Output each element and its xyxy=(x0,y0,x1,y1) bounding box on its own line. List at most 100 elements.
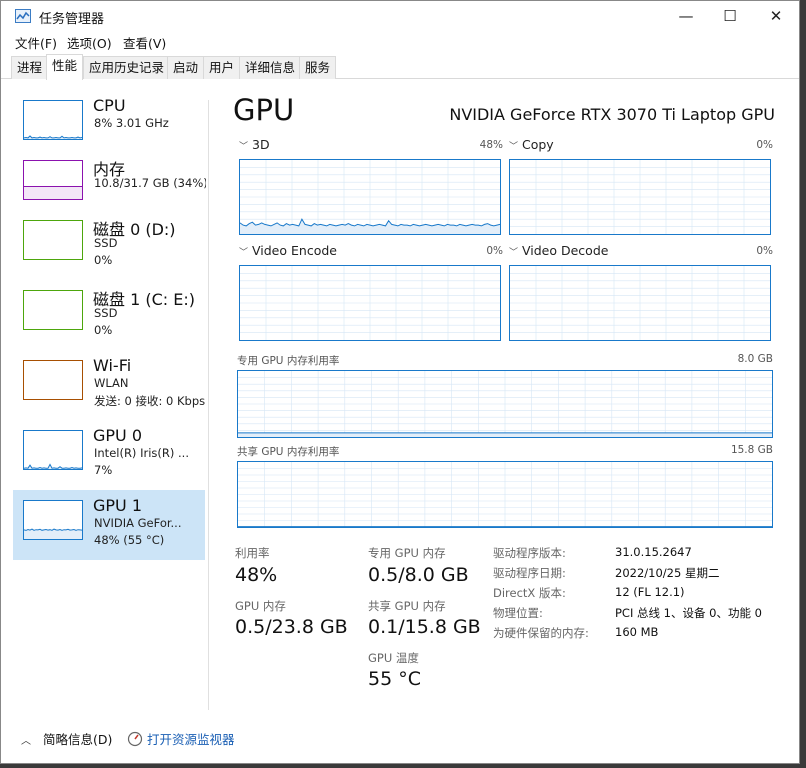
driver-date-value: 2022/10/25 星期二 xyxy=(615,566,720,580)
gpu-memory-value: 0.5/23.8 GB xyxy=(235,616,348,638)
sidebar-item-detail: SSD xyxy=(94,306,118,320)
sidebar-item-gpu1[interactable]: GPU 1 NVIDIA GeFor... 48% (55 °C) xyxy=(13,490,205,560)
shared-memory-label: 共享 GPU 内存 xyxy=(368,599,446,613)
info-label: 驱动程序版本: xyxy=(493,546,566,560)
sidebar-item-disk0[interactable]: 磁盘 0 (D:) SSD 0% xyxy=(13,210,205,280)
gpu-temperature-label: GPU 温度 xyxy=(368,651,419,665)
sidebar-item-detail: NVIDIA GeFor... xyxy=(94,516,182,530)
gpu-temperature-value: 55 °C xyxy=(368,668,421,690)
gpu-model-name: NVIDIA GeForce RTX 3070 Ti Laptop GPU xyxy=(449,105,775,124)
utilization-value: 48% xyxy=(235,564,278,586)
sidebar-item-usage: 48% (55 °C) xyxy=(94,533,165,547)
gpu1-thumb-series-area xyxy=(24,529,82,539)
performance-content: CPU 8% 3.01 GHz 内存 10.8/31.7 GB (34%) 磁盘… xyxy=(1,80,799,716)
open-resource-monitor-label: 打开资源监视器 xyxy=(146,732,235,747)
maximize-button[interactable]: ☐ xyxy=(707,1,753,31)
sidebar-item-title: Wi-Fi xyxy=(93,356,132,375)
engine-dropdown-video-decode[interactable]: ﹀ Video Decode xyxy=(509,243,608,258)
engine-label: Video Encode xyxy=(252,243,337,258)
fewer-details-label: 简略信息(D) xyxy=(42,732,113,747)
shared-memory-max: 15.8 GB xyxy=(730,444,773,456)
graph-dedicated-memory xyxy=(237,370,773,438)
chevron-down-icon: ﹀ xyxy=(509,248,519,258)
sidebar-item-detail: Intel(R) Iris(R) ... xyxy=(94,446,189,460)
graph-shared-memory xyxy=(237,461,773,528)
graph-video-decode xyxy=(509,265,771,341)
sidebar-item-usage: 0% xyxy=(94,253,113,267)
menu-bar: 文件(F) 选项(O) 查看(V) xyxy=(1,31,799,53)
reserved-memory-value: 160 MB xyxy=(615,625,659,639)
engine-label: Video Decode xyxy=(522,243,609,258)
open-resource-monitor-link[interactable]: 打开资源监视器 xyxy=(127,729,235,748)
memory-thumbnail-graph xyxy=(23,160,83,200)
engine-percent: 0% xyxy=(756,245,773,257)
fewer-details-toggle[interactable]: ︿ 简略信息(D) xyxy=(21,729,112,748)
chevron-down-icon: ﹀ xyxy=(239,248,249,258)
directx-version-value: 12 (FL 12.1) xyxy=(615,585,685,599)
engine-dropdown-video-encode[interactable]: ﹀ Video Encode xyxy=(239,243,337,258)
info-label: 驱动程序日期: xyxy=(493,566,566,580)
tab-performance[interactable]: 性能 xyxy=(46,54,84,80)
minimize-button[interactable]: — xyxy=(663,1,709,31)
engine-dropdown-3d[interactable]: ﹀ 3D xyxy=(239,137,270,152)
gpu1-thumbnail-graph xyxy=(23,500,83,540)
tab-details[interactable]: 详细信息 xyxy=(239,56,302,79)
cpu-thumb-series-line xyxy=(23,135,83,139)
graph-video-encode xyxy=(239,265,501,341)
footer-bar: ︿ 简略信息(D) 打开资源监视器 xyxy=(1,716,799,763)
tab-processes[interactable]: 进程 xyxy=(11,56,49,79)
task-manager-icon xyxy=(15,9,31,23)
shared-memory-graph-label: 共享 GPU 内存利用率 xyxy=(237,446,340,458)
tab-services[interactable]: 服务 xyxy=(299,56,337,79)
chevron-down-icon: ﹀ xyxy=(509,142,519,152)
dedicated-memory-value: 0.5/8.0 GB xyxy=(368,564,469,586)
disk1-thumbnail-graph xyxy=(23,290,83,330)
shared-memory-value: 0.1/15.8 GB xyxy=(368,616,481,638)
physical-location-value: PCI 总线 1、设备 0、功能 0 xyxy=(615,606,762,620)
dedicated-memory-series-area xyxy=(238,432,772,437)
driver-version-value: 31.0.15.2647 xyxy=(615,545,692,559)
sidebar-item-gpu0[interactable]: GPU 0 Intel(R) Iris(R) ... 7% xyxy=(13,420,205,490)
engine-label: Copy xyxy=(522,137,554,152)
chevron-down-icon: ﹀ xyxy=(239,142,249,152)
info-label: DirectX 版本: xyxy=(493,586,566,600)
sidebar-item-detail: 8% 3.01 GHz xyxy=(94,116,169,130)
title-bar[interactable]: 任务管理器 — ☐ ✕ xyxy=(1,1,799,31)
cpu-thumbnail-graph xyxy=(23,100,83,140)
engine-dropdown-copy[interactable]: ﹀ Copy xyxy=(509,137,554,152)
sidebar-item-throughput: 发送: 0 接收: 0 Kbps xyxy=(94,394,206,408)
task-manager-window: 任务管理器 — ☐ ✕ 文件(F) 选项(O) 查看(V) 进程 性能 应用历史… xyxy=(0,0,800,764)
resource-monitor-icon xyxy=(127,731,143,747)
tab-app-history[interactable]: 应用历史记录 xyxy=(83,56,171,79)
sidebar-item-detail: 10.8/31.7 GB (34%) xyxy=(94,176,206,190)
menu-options[interactable]: 选项(O) xyxy=(67,33,112,52)
gpu0-thumbnail-graph xyxy=(23,430,83,470)
sidebar-item-title: CPU xyxy=(93,96,126,115)
sidebar-item-title: GPU 1 xyxy=(93,496,143,515)
tab-startup[interactable]: 启动 xyxy=(167,56,205,79)
sidebar-item-disk1[interactable]: 磁盘 1 (C: E:) SSD 0% xyxy=(13,280,205,350)
window-title: 任务管理器 xyxy=(39,12,105,27)
info-label: 为硬件保留的内存: xyxy=(493,626,589,640)
tab-bar: 进程 性能 应用历史记录 启动 用户 详细信息 服务 xyxy=(1,54,799,80)
engine-label: 3D xyxy=(252,137,270,152)
wifi-thumbnail-graph xyxy=(23,360,83,400)
menu-file[interactable]: 文件(F) xyxy=(15,33,57,52)
graph-copy xyxy=(509,159,771,235)
page-title: GPU xyxy=(233,93,295,127)
sidebar-item-usage: 7% xyxy=(94,463,113,477)
utilization-label: 利用率 xyxy=(235,546,270,560)
tab-users[interactable]: 用户 xyxy=(203,56,241,79)
engine-percent: 48% xyxy=(479,139,503,151)
menu-view[interactable]: 查看(V) xyxy=(123,33,166,52)
sidebar-item-wifi[interactable]: Wi-Fi WLAN 发送: 0 接收: 0 Kbps xyxy=(13,350,205,420)
gpu-detail-panel: GPU NVIDIA GeForce RTX 3070 Ti Laptop GP… xyxy=(209,80,799,716)
chevron-up-icon: ︿ xyxy=(21,736,31,747)
sidebar-item-usage: 0% xyxy=(94,323,113,337)
resource-sidebar: CPU 8% 3.01 GHz 内存 10.8/31.7 GB (34%) 磁盘… xyxy=(1,80,207,716)
engine-percent: 0% xyxy=(756,139,773,151)
disk0-thumbnail-graph xyxy=(23,220,83,260)
gpu-memory-label: GPU 内存 xyxy=(235,599,286,613)
close-button[interactable]: ✕ xyxy=(753,1,799,31)
sidebar-item-detail: SSD xyxy=(94,236,118,250)
